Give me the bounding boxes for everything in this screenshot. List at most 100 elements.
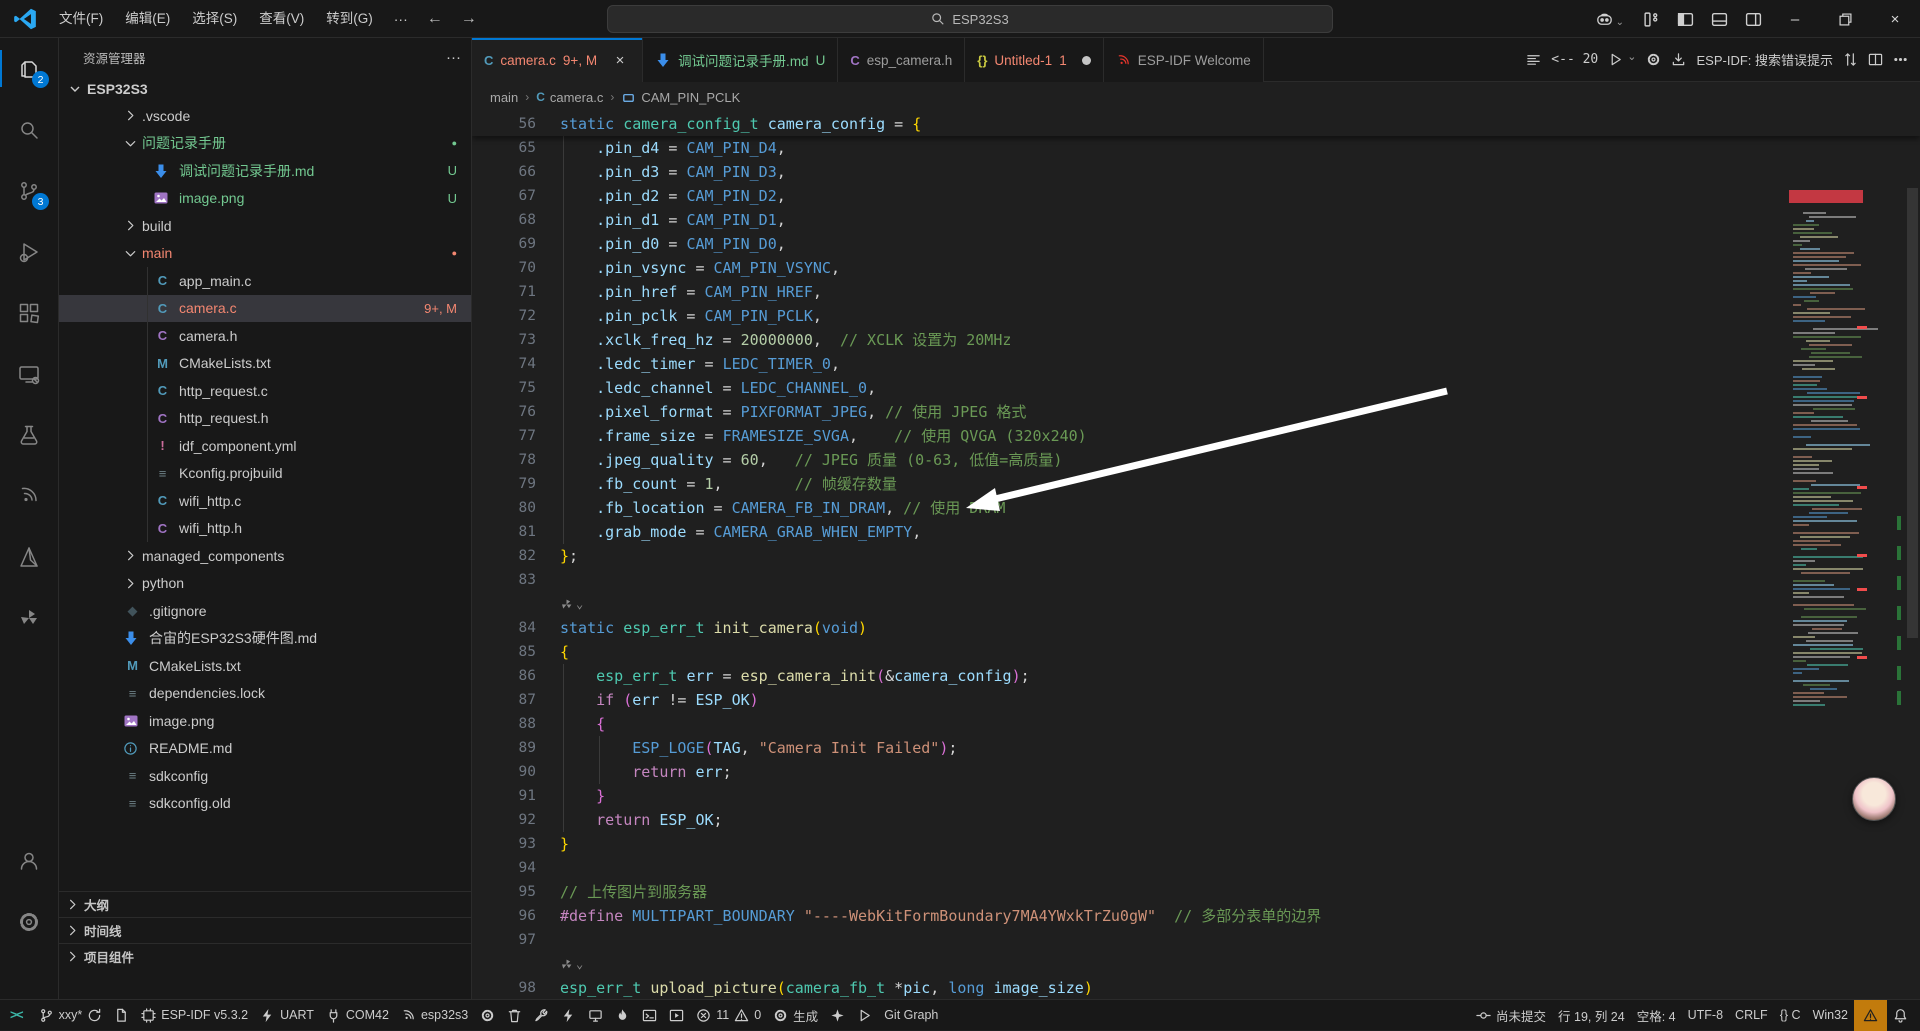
customize-layout-icon[interactable] <box>1634 5 1668 33</box>
statusbar-eol[interactable]: CRLF <box>1729 1000 1774 1031</box>
menu-item-F[interactable]: 文件(F) <box>48 6 114 32</box>
nav-back-icon[interactable]: ← <box>420 6 450 32</box>
statusbar-git-branch[interactable]: xxy* <box>33 1000 109 1031</box>
file-row-main[interactable]: main● <box>59 240 471 268</box>
file-row-http_request.h[interactable]: Chttp_request.h <box>59 405 471 433</box>
file-row-camera.c[interactable]: Ccamera.c9+, M <box>59 295 471 323</box>
file-row-managed_components[interactable]: managed_components <box>59 542 471 570</box>
menu-item-V[interactable]: 查看(V) <box>248 6 315 32</box>
menu-overflow[interactable]: ··· <box>384 11 418 27</box>
activity-cmake[interactable] <box>0 526 58 587</box>
activity-settings[interactable] <box>0 891 58 952</box>
breadcrumb-item[interactable]: camera.c <box>550 90 603 105</box>
breadcrumb-item[interactable]: main <box>490 90 518 105</box>
tab-close-icon[interactable]: × <box>610 50 630 70</box>
activity-testing[interactable] <box>0 404 58 465</box>
file-row-image.png[interactable]: image.png <box>59 707 471 735</box>
toggle-panel-icon[interactable] <box>1702 5 1736 33</box>
file-row-sdkconfig[interactable]: ≡sdkconfig <box>59 762 471 790</box>
statusbar-build-task[interactable]: 生成 <box>767 1000 824 1031</box>
floating-avatar[interactable] <box>1852 777 1896 821</box>
statusbar-menuconfig[interactable] <box>474 1000 501 1031</box>
file-row-___ESP32S3___.md[interactable]: 合宙的ESP32S3硬件图.md <box>59 625 471 653</box>
nav-forward-icon[interactable]: → <box>454 6 484 32</box>
statusbar-monitor-button[interactable] <box>582 1000 609 1031</box>
section-时间线[interactable]: 时间线 <box>59 917 471 943</box>
statusbar-full-clean[interactable] <box>501 1000 528 1031</box>
window-restore-button[interactable] <box>1820 0 1870 38</box>
statusbar-commit-status[interactable]: 尚未提交 <box>1470 1000 1552 1031</box>
explorer-more-actions-icon[interactable]: ··· <box>446 49 461 66</box>
file-row-______[interactable]: 问题记录手册● <box>59 130 471 158</box>
statusbar-problems[interactable]: 110 <box>690 1000 767 1031</box>
statusbar-serial-port[interactable]: COM42 <box>320 1000 395 1031</box>
activity-remote-explorer[interactable] <box>0 343 58 404</box>
file-row-CMakeLists.txt[interactable]: MCMakeLists.txt <box>59 652 471 680</box>
statusbar-remote-indicator[interactable]: >< <box>0 1000 33 1031</box>
statusbar-terminal-button[interactable] <box>636 1000 663 1031</box>
file-row-.vscode[interactable]: .vscode <box>59 102 471 130</box>
toggle-secondary-sidebar-icon[interactable] <box>1736 5 1770 33</box>
file-row-.gitignore[interactable]: ◆.gitignore <box>59 597 471 625</box>
file-row-________.md[interactable]: 调试问题记录手册.mdU <box>59 157 471 185</box>
statusbar-flash-method[interactable]: UART <box>254 1000 320 1031</box>
file-row-wifi_http.h[interactable]: Cwifi_http.h <box>59 515 471 543</box>
statusbar-git-graph[interactable]: Git Graph <box>878 1000 944 1031</box>
tab-Untitled-1[interactable]: {}Untitled-11 <box>965 38 1103 82</box>
explorer-root-folder[interactable]: ESP32S3 <box>59 76 471 102</box>
statusbar-run-task[interactable] <box>851 1000 878 1031</box>
code-editor[interactable]: 56static camera_config_t camera_config =… <box>472 112 1920 1000</box>
file-row-http_request.c[interactable]: Chttp_request.c <box>59 377 471 405</box>
window-minimize-button[interactable]: – <box>1770 0 1820 38</box>
tab-ESP-IDF_Welcome[interactable]: ESP-IDF Welcome <box>1104 38 1264 82</box>
statusbar-idf-warning[interactable] <box>1854 1000 1887 1031</box>
editor-scrollbar[interactable] <box>1905 186 1920 1000</box>
statusbar-open-file-action[interactable] <box>108 1000 135 1031</box>
section-项目组件[interactable]: 项目组件 <box>59 943 471 969</box>
tab-dirty-icon[interactable] <box>1082 56 1091 65</box>
breadcrumb-item[interactable]: CAM_PIN_PCLK <box>641 90 740 105</box>
statusbar-esp-idf-version[interactable]: ESP-IDF v5.3.2 <box>135 1000 254 1031</box>
minimap[interactable] <box>1789 186 1905 1000</box>
toggle-sidebar-icon[interactable] <box>1668 5 1702 33</box>
activity-esp-idf-explorer[interactable] <box>0 465 58 526</box>
file-row-image.png[interactable]: image.pngU <box>59 185 471 213</box>
file-row-camera.h[interactable]: Ccamera.h <box>59 322 471 350</box>
idf-hint-button[interactable]: ESP-IDF: 搜索错误提示 <box>1696 50 1833 69</box>
activity-tools[interactable] <box>0 587 58 648</box>
tab-________.md[interactable]: 调试问题记录手册.mdU <box>643 38 838 82</box>
file-row-README.md[interactable]: README.md <box>59 735 471 763</box>
file-row-python[interactable]: python <box>59 570 471 598</box>
statusbar-flash-button[interactable] <box>555 1000 582 1031</box>
file-row-build[interactable]: build <box>59 212 471 240</box>
file-row-idf_component.yml[interactable]: !idf_component.yml <box>59 432 471 460</box>
statusbar-platform[interactable]: Win32 <box>1807 1000 1854 1031</box>
window-close-button[interactable]: × <box>1870 0 1920 38</box>
editor-action-counter[interactable]: <-- 20 <box>1551 52 1598 67</box>
section-大纲[interactable]: 大纲 <box>59 891 471 917</box>
statusbar-debug-spark[interactable] <box>824 1000 851 1031</box>
scrollbar-slider[interactable] <box>1907 188 1918 638</box>
command-center-search[interactable]: ESP32S3 <box>607 5 1333 33</box>
statusbar-open-component-button[interactable] <box>663 1000 690 1031</box>
chevron-down-icon[interactable]: ⌄ <box>1627 50 1636 63</box>
file-row-app_main.c[interactable]: Capp_main.c <box>59 267 471 295</box>
file-row-Kconfig.projbuild[interactable]: ≡Kconfig.projbuild <box>59 460 471 488</box>
statusbar-indentation[interactable]: 空格: 4 <box>1631 1000 1682 1031</box>
file-row-wifi_http.c[interactable]: Cwifi_http.c <box>59 487 471 515</box>
activity-run-debug[interactable] <box>0 221 58 282</box>
activity-search[interactable] <box>0 99 58 160</box>
menu-item-G[interactable]: 转到(G) <box>315 6 384 32</box>
activity-extensions[interactable] <box>0 282 58 343</box>
codelens-row[interactable]: ⌄ <box>472 592 1920 616</box>
statusbar-encoding[interactable]: UTF-8 <box>1682 1000 1729 1031</box>
file-row-CMakeLists.txt[interactable]: MCMakeLists.txt <box>59 350 471 378</box>
statusbar-language-mode[interactable]: {} C <box>1774 1000 1807 1031</box>
sticky-scroll-line[interactable]: 56static camera_config_t camera_config =… <box>472 112 1920 136</box>
menu-item-S[interactable]: 选择(S) <box>181 6 248 32</box>
statusbar-notifications[interactable] <box>1887 1000 1914 1031</box>
activity-explorer[interactable]: 2 <box>0 38 58 99</box>
activity-source-control[interactable]: 3 <box>0 160 58 221</box>
statusbar-flash-monitor-button[interactable] <box>609 1000 636 1031</box>
tab-camera.c[interactable]: Ccamera.c9+, M× <box>472 38 643 82</box>
